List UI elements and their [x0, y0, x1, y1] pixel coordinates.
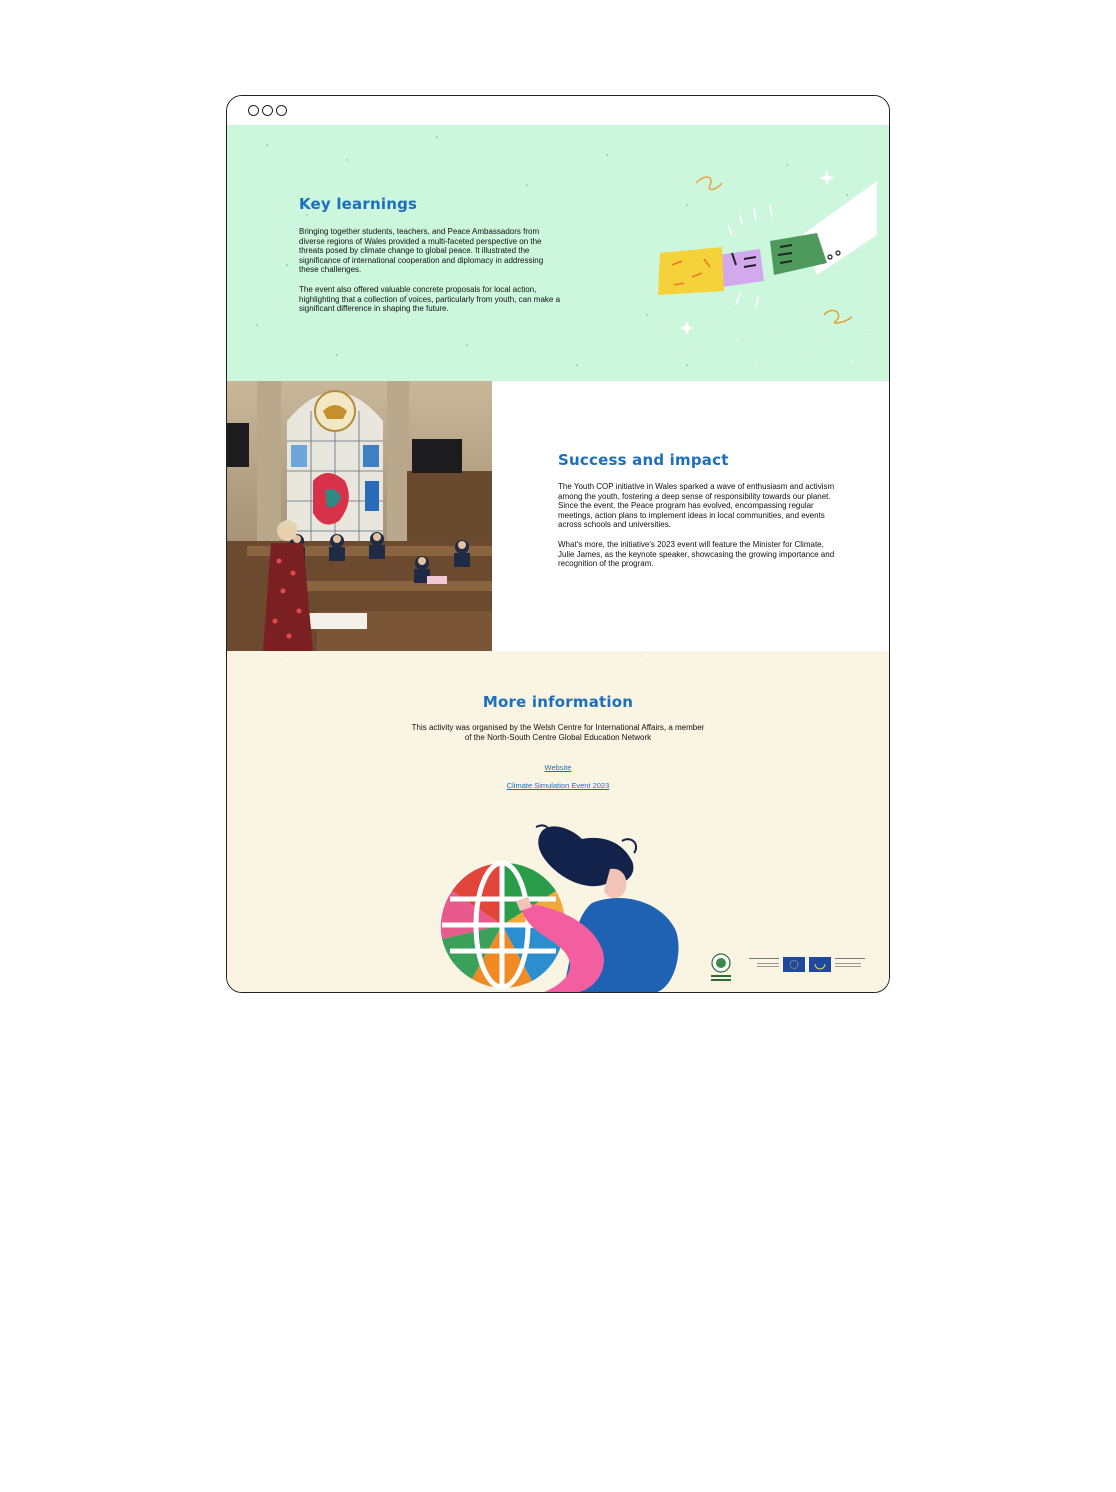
- website-link[interactable]: Website: [227, 763, 889, 772]
- window-control-dot[interactable]: [248, 105, 259, 116]
- key-learnings-section: Key learnings Bringing together students…: [227, 125, 889, 381]
- more-info-section: More information This activity was organ…: [227, 651, 889, 992]
- key-learnings-paragraph-2: The event also offered valuable concrete…: [299, 285, 561, 314]
- success-section: Success and impact The Youth COP initiat…: [227, 381, 889, 651]
- success-paragraph-1: The Youth COP initiative in Wales sparke…: [558, 482, 835, 530]
- browser-window: Key learnings Bringing together students…: [226, 95, 890, 993]
- success-paragraph-2: What's more, the initiative's 2023 event…: [558, 540, 835, 569]
- window-titlebar: [227, 96, 889, 125]
- partner-logos: [711, 953, 865, 981]
- globe-woman-illustration: [440, 824, 679, 992]
- classroom-photo: [227, 381, 492, 651]
- more-info-description: This activity was organised by the Welsh…: [411, 723, 705, 742]
- key-learnings-title: Key learnings: [299, 195, 418, 213]
- success-title: Success and impact: [558, 451, 729, 469]
- window-control-dot[interactable]: [262, 105, 273, 116]
- climate-simulation-event-link[interactable]: Climate Simulation Event 2023: [227, 781, 889, 790]
- hands-fist-bump-illustration: [658, 170, 877, 335]
- key-learnings-paragraph-1: Bringing together students, teachers, an…: [299, 227, 544, 275]
- window-control-dot[interactable]: [276, 105, 287, 116]
- more-info-title: More information: [482, 693, 634, 711]
